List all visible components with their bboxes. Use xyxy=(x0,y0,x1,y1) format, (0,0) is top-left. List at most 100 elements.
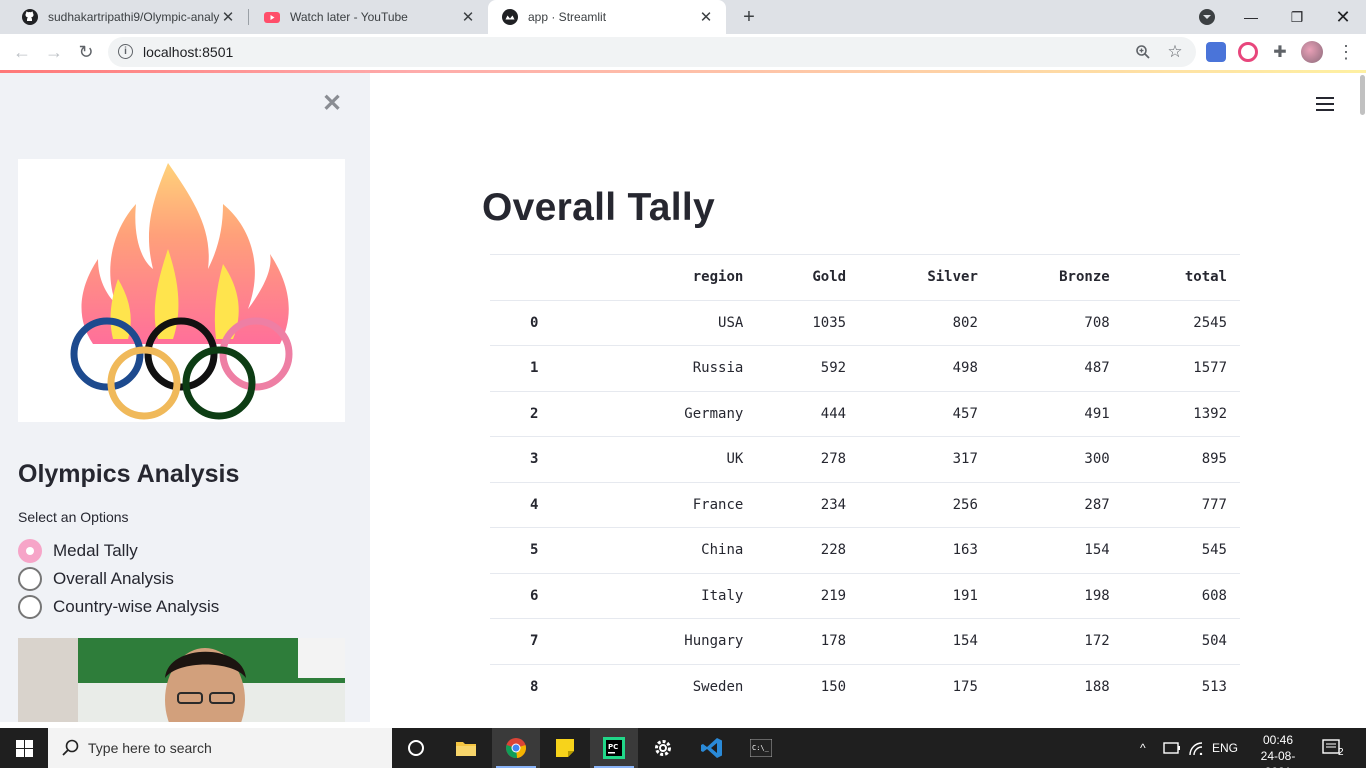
cell-total: 2545 xyxy=(1122,299,1240,346)
close-tab-icon[interactable]: ✕ xyxy=(460,9,476,26)
bookmark-star-icon[interactable]: ☆ xyxy=(1166,42,1184,61)
options-label: Select an Options xyxy=(18,509,129,525)
olympics-logo-image xyxy=(18,159,345,422)
browser-menu-icon[interactable]: ⋮ xyxy=(1334,40,1358,64)
site-info-icon[interactable]: i xyxy=(118,44,133,59)
radio-button[interactable] xyxy=(18,567,42,591)
close-tab-icon[interactable]: ✕ xyxy=(220,9,236,26)
row-index: 2 xyxy=(490,390,610,437)
file-explorer-icon[interactable] xyxy=(442,728,490,768)
radio-medal-tally[interactable]: Medal Tally xyxy=(18,539,138,563)
tab-github[interactable]: sudhakartripathi9/Olympic-analy ✕ xyxy=(8,0,248,34)
terminal-icon[interactable]: C:\_ xyxy=(737,728,785,768)
taskbar-clock[interactable]: 00:46 24-08-2021 xyxy=(1250,732,1306,780)
cell-silver: 163 xyxy=(859,527,991,573)
column-header-bronze[interactable]: Bronze xyxy=(990,254,1123,300)
search-icon xyxy=(62,739,79,756)
cell-silver: 256 xyxy=(859,481,991,528)
hamburger-menu-icon[interactable] xyxy=(1316,97,1334,111)
cell-silver: 317 xyxy=(859,436,991,482)
cell-region: UK xyxy=(610,436,757,482)
tab-youtube[interactable]: Watch later - YouTube ✕ xyxy=(250,0,488,34)
clock-time: 00:46 xyxy=(1262,733,1294,747)
cortana-icon[interactable] xyxy=(392,728,440,768)
clock-date: 24-08-2021 xyxy=(1260,749,1296,779)
new-tab-button[interactable]: + xyxy=(737,5,761,29)
table-row: 3 UK 278 317 300 895 xyxy=(490,436,1240,482)
tab-streamlit[interactable]: app · Streamlit ✕ xyxy=(488,0,726,34)
tab-title: sudhakartripathi9/Olympic-analy xyxy=(48,10,220,24)
radio-button-selected[interactable] xyxy=(18,539,42,563)
radio-button[interactable] xyxy=(18,595,42,619)
column-header-silver[interactable]: Silver xyxy=(859,254,991,300)
table-row: 2 Germany 444 457 491 1392 xyxy=(490,390,1240,437)
show-hidden-icons[interactable]: ^ xyxy=(1140,728,1146,768)
vscode-icon[interactable] xyxy=(688,728,736,768)
page-scrollbar[interactable] xyxy=(1359,73,1366,728)
cell-bronze: 198 xyxy=(990,572,1123,619)
tab-search-icon[interactable] xyxy=(1199,9,1215,25)
table-row: 8 Sweden 150 175 188 513 xyxy=(490,663,1240,710)
cell-bronze: 300 xyxy=(990,436,1123,482)
windows-logo-icon xyxy=(15,739,33,757)
close-window-button[interactable]: ✕ xyxy=(1320,0,1366,34)
windows-start-button[interactable] xyxy=(0,728,48,768)
cell-bronze: 491 xyxy=(990,390,1123,437)
table-row: 0 USA 1035 802 708 2545 xyxy=(490,299,1240,346)
cell-silver: 175 xyxy=(859,663,991,710)
page-title: Overall Tally xyxy=(482,186,715,229)
cell-region: Germany xyxy=(610,390,757,437)
cell-total: 777 xyxy=(1122,481,1240,528)
taskbar-search-box[interactable]: Type here to search xyxy=(48,728,392,768)
zoom-icon[interactable] xyxy=(1134,43,1152,61)
battery-icon[interactable] xyxy=(1163,728,1181,768)
chrome-taskbar-icon[interactable] xyxy=(492,728,540,768)
pycharm-icon[interactable]: PC xyxy=(590,728,638,768)
reload-icon[interactable]: ↻ xyxy=(74,40,98,64)
puzzle-extensions-icon[interactable]: ✚ xyxy=(1270,42,1290,62)
scrollbar-thumb[interactable] xyxy=(1360,75,1365,115)
tab-title: app · Streamlit xyxy=(528,10,607,24)
row-index: 4 xyxy=(490,481,610,528)
notifications-icon[interactable]: 2 xyxy=(1322,728,1344,768)
main-content: Overall Tally region Gold Silver Bronze … xyxy=(370,73,1366,728)
restore-button[interactable]: ❐ xyxy=(1274,0,1320,34)
svg-text:PC: PC xyxy=(608,743,618,751)
tab-title: Watch later - YouTube xyxy=(290,10,408,24)
cell-gold: 234 xyxy=(756,481,860,528)
radio-overall-analysis[interactable]: Overall Analysis xyxy=(18,567,174,591)
column-header-total[interactable]: total xyxy=(1122,254,1240,300)
cell-gold: 444 xyxy=(756,390,860,437)
browser-tab-strip: sudhakartripathi9/Olympic-analy ✕ Watch … xyxy=(0,0,1366,34)
language-indicator[interactable]: ENG xyxy=(1212,728,1238,768)
windows-taskbar: Type here to search PC C:\_ ^ ENG 00:46 … xyxy=(0,728,1366,779)
profile-avatar[interactable] xyxy=(1301,41,1323,63)
radio-label: Overall Analysis xyxy=(53,569,174,588)
youtube-icon xyxy=(264,12,280,23)
extension-icon[interactable] xyxy=(1238,42,1258,62)
minimize-button[interactable]: — xyxy=(1228,0,1274,34)
table-row: 4 France 234 256 287 777 xyxy=(490,481,1240,528)
cell-gold: 150 xyxy=(756,663,860,710)
forward-icon[interactable]: → xyxy=(42,40,66,64)
radio-country-wise-analysis[interactable]: Country-wise Analysis xyxy=(18,595,219,619)
cell-gold: 228 xyxy=(756,527,860,573)
settings-gear-icon[interactable] xyxy=(639,728,687,768)
back-icon[interactable]: ← xyxy=(10,40,34,64)
radio-label: Country-wise Analysis xyxy=(53,597,220,616)
tab-separator xyxy=(248,9,249,25)
column-header-gold[interactable]: Gold xyxy=(756,254,860,300)
sidebar: ✕ Olympics Analysis Select an Options Me xyxy=(0,73,370,722)
cell-silver: 154 xyxy=(859,618,991,664)
address-bar[interactable]: i localhost:8501 ☆ xyxy=(108,37,1196,67)
search-placeholder: Type here to search xyxy=(88,740,212,756)
cell-total: 1577 xyxy=(1122,345,1240,391)
sticky-notes-icon[interactable] xyxy=(541,728,589,768)
wifi-icon[interactable] xyxy=(1188,728,1204,768)
close-sidebar-icon[interactable]: ✕ xyxy=(322,89,342,118)
column-header-region[interactable]: region xyxy=(610,254,757,300)
cell-bronze: 188 xyxy=(990,663,1123,710)
translate-extension-icon[interactable] xyxy=(1206,42,1226,62)
close-tab-icon[interactable]: ✕ xyxy=(698,9,714,26)
cell-total: 1392 xyxy=(1122,390,1240,437)
